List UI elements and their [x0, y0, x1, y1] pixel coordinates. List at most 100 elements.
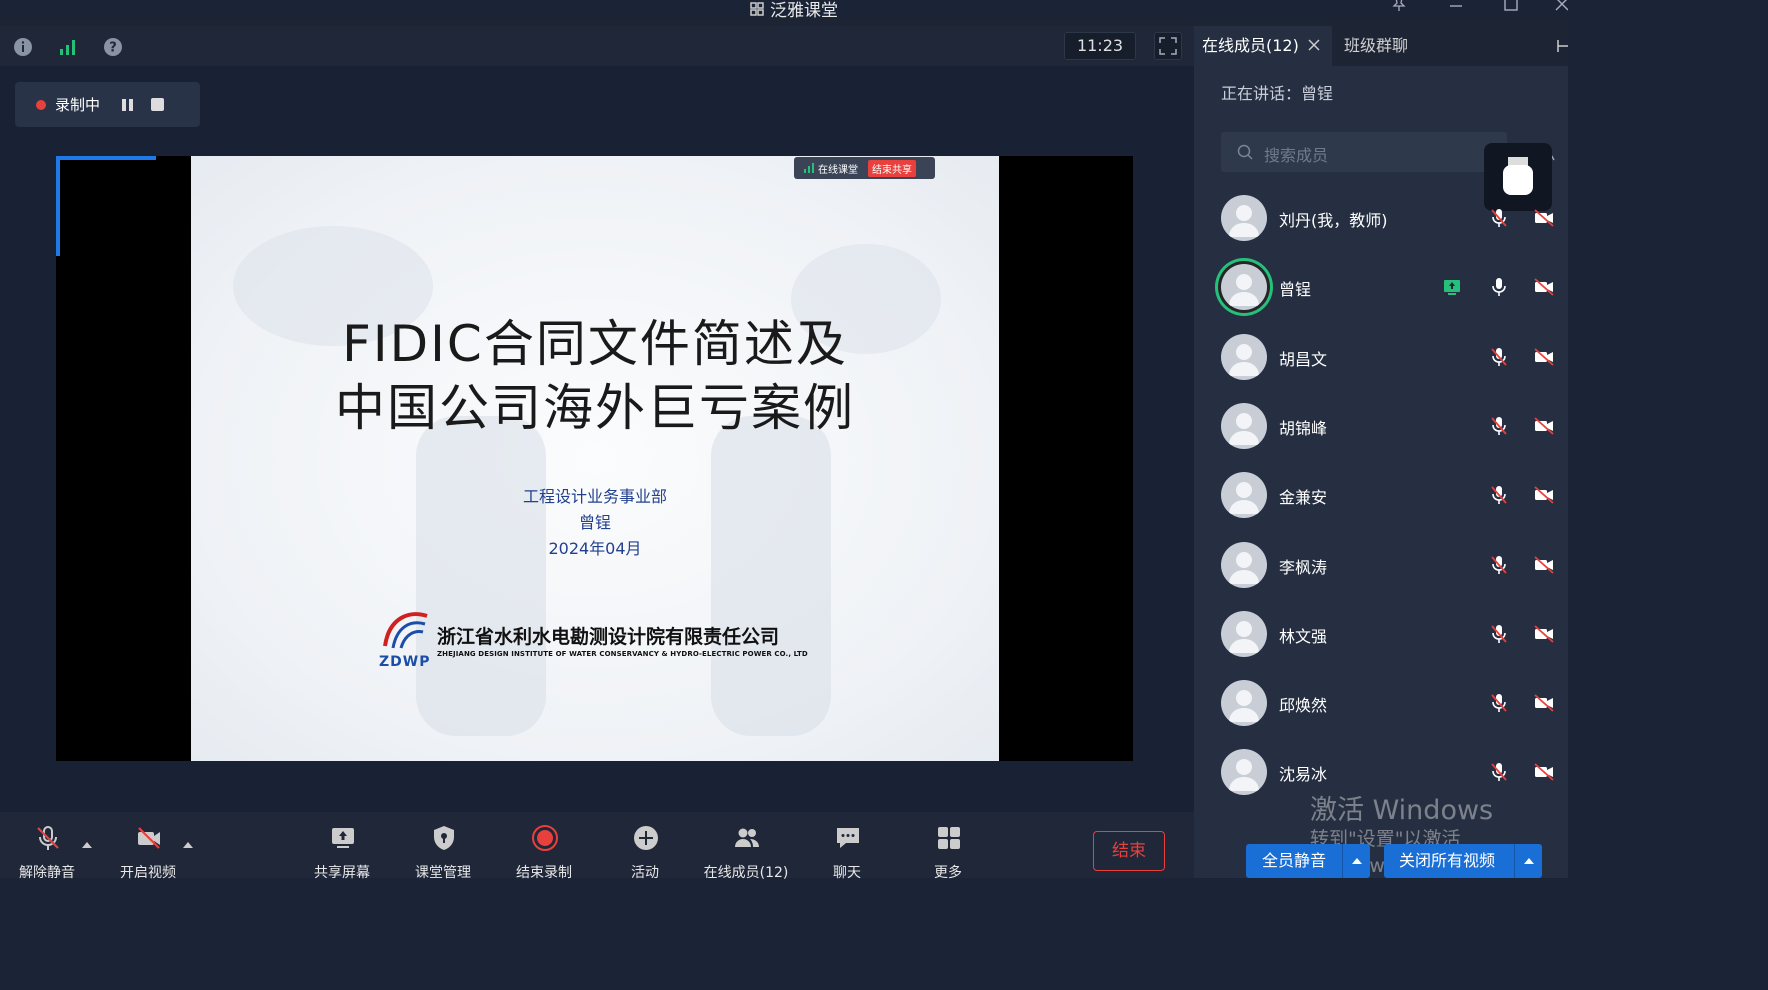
info-icon[interactable] — [13, 37, 33, 57]
presentation-slide: 在线课堂 结束共享 FIDIC合同文件简述及 中国公司海外巨亏案例 工程设计业务… — [191, 156, 999, 761]
signal-icon[interactable] — [58, 37, 78, 57]
tab-online-members[interactable]: 在线成员(12) — [1194, 26, 1332, 66]
stop-recording-button[interactable] — [151, 98, 165, 111]
plus-circle-icon — [634, 826, 658, 850]
camera-off-icon[interactable] — [1533, 624, 1555, 644]
speaking-indicator: 正在讲话：曾锃 — [1221, 84, 1334, 103]
help-icon[interactable]: ? — [103, 37, 123, 57]
shared-screen-view: 在线课堂 结束共享 FIDIC合同文件简述及 中国公司海外巨亏案例 工程设计业务… — [56, 156, 1133, 761]
mic-muted-icon[interactable] — [1489, 415, 1509, 437]
minimize-icon[interactable] — [1448, 0, 1464, 12]
camera-off-icon[interactable] — [1533, 208, 1555, 228]
slide-figure-right — [711, 416, 831, 736]
audio-options-caret[interactable] — [82, 842, 92, 848]
record-icon — [532, 825, 558, 851]
mic-icon[interactable] — [1489, 276, 1509, 298]
title-bar: 泛雅课堂 — [0, 0, 1568, 21]
mic-muted-icon[interactable] — [1489, 346, 1509, 368]
company-logo: ZDWP — [379, 608, 431, 670]
mic-muted-icon[interactable] — [1489, 692, 1509, 714]
more-button[interactable]: 更多 — [903, 812, 993, 881]
camera-off-icon[interactable] — [1533, 555, 1555, 575]
company-name-en: ZHEJIANG DESIGN INSTITUTE OF WATER CONSE… — [437, 650, 808, 658]
mic-muted-icon[interactable] — [1489, 554, 1509, 576]
pin-icon[interactable] — [1391, 0, 1407, 12]
search-icon — [1237, 144, 1253, 160]
mic-muted-icon[interactable] — [1489, 761, 1509, 783]
company-name-cn: 浙江省水利水电勘测设计院有限责任公司 — [437, 626, 780, 648]
focus-border — [56, 156, 60, 256]
close-all-video-button[interactable]: 关闭所有视频 — [1384, 844, 1542, 878]
member-name: 邱焕然 — [1279, 696, 1328, 715]
top-toolbar: ? — [0, 26, 1194, 66]
class-timer: 11:23 — [1064, 32, 1136, 60]
members-panel: 在线成员(12) 班级群聊 正在讲话：曾锃 搜索成员 刘丹(我，教师) 曾锃胡昌文… — [1194, 26, 1568, 878]
avatar — [1221, 680, 1267, 726]
avatar — [1221, 749, 1267, 795]
unmute-button[interactable]: 解除静音 — [2, 812, 92, 881]
camera-off-icon[interactable] — [1533, 762, 1555, 782]
close-all-video-options-caret[interactable] — [1514, 844, 1542, 878]
signal-small-icon — [804, 163, 814, 173]
panel-tabs: 在线成员(12) 班级群聊 — [1194, 26, 1568, 66]
class-manage-button[interactable]: 课堂管理 — [398, 812, 488, 881]
online-members-button[interactable]: 在线成员(12) — [701, 812, 791, 881]
users-icon — [735, 828, 759, 847]
member-row[interactable]: 曾锃 — [1221, 264, 1568, 324]
slide-date: 2024年04月 — [548, 539, 642, 558]
slide-title-line2: 中国公司海外巨亏案例 — [335, 379, 855, 437]
camera-off-icon[interactable] — [1533, 277, 1555, 297]
collapse-panel-icon[interactable] — [1556, 38, 1568, 54]
camera-off-icon[interactable] — [1533, 416, 1555, 436]
start-video-label: 开启视频 — [120, 865, 176, 881]
mic-muted-icon[interactable] — [1489, 623, 1509, 645]
class-manage-label: 课堂管理 — [415, 865, 471, 881]
video-options-caret[interactable] — [183, 842, 193, 848]
share-bar-label: 在线课堂 — [818, 164, 858, 176]
member-row[interactable]: 胡锦峰 — [1221, 403, 1568, 463]
member-row[interactable]: 胡昌文 — [1221, 334, 1568, 394]
chat-button[interactable]: 聊天 — [802, 812, 892, 881]
online-members-label: 在线成员(12) — [703, 865, 789, 881]
mute-all-button[interactable]: 全员静音 — [1246, 844, 1370, 878]
app-window: 泛雅课堂 ? 11:23 录制中 在线课堂 结束共享 FIDIC合同文件简述及 … — [0, 0, 1568, 881]
member-name: 胡昌文 — [1279, 350, 1328, 369]
share-screen-label: 共享屏幕 — [314, 865, 370, 881]
fullscreen-icon — [1159, 37, 1177, 55]
recording-dot-icon — [36, 99, 46, 110]
mic-muted-icon[interactable] — [1489, 207, 1509, 229]
slide-presenter: 曾锃 — [578, 513, 611, 532]
avatar — [1221, 195, 1267, 241]
member-name: 沈易冰 — [1279, 765, 1328, 784]
close-icon[interactable] — [1554, 0, 1568, 12]
pause-recording-button[interactable] — [122, 98, 134, 111]
end-class-button[interactable]: 结束 — [1093, 831, 1165, 871]
member-row[interactable]: 刘丹(我，教师) — [1221, 195, 1568, 255]
mic-muted-icon[interactable] — [1489, 484, 1509, 506]
share-screen-button[interactable]: 共享屏幕 — [297, 812, 387, 881]
tab-group-chat[interactable]: 班级群聊 — [1344, 26, 1408, 66]
avatar — [1221, 472, 1267, 518]
member-search-input[interactable]: 搜索成员 — [1221, 132, 1507, 172]
start-video-button[interactable]: 开启视频 — [103, 812, 193, 881]
member-name: 李枫涛 — [1279, 558, 1328, 577]
maximize-icon[interactable] — [1503, 0, 1519, 12]
fullscreen-button[interactable] — [1154, 32, 1182, 60]
camera-off-icon[interactable] — [1533, 693, 1555, 713]
member-row[interactable]: 李枫涛 — [1221, 542, 1568, 602]
avatar — [1221, 264, 1267, 310]
close-tab-icon[interactable] — [1308, 39, 1320, 51]
member-name: 刘丹(我，教师) — [1279, 211, 1388, 230]
camera-off-icon[interactable] — [1533, 485, 1555, 505]
grid-more-icon — [938, 827, 960, 849]
avatar — [1221, 334, 1267, 380]
member-row[interactable]: 金兼安 — [1221, 472, 1568, 532]
activity-button[interactable]: 活动 — [600, 812, 690, 881]
camera-off-icon[interactable] — [1533, 347, 1555, 367]
member-row[interactable]: 林文强 — [1221, 611, 1568, 671]
stop-recording-toolbar-button[interactable]: 结束录制 — [499, 812, 589, 881]
member-row[interactable]: 邱焕然 — [1221, 680, 1568, 740]
svg-text:?: ? — [109, 41, 117, 56]
end-share-button[interactable]: 结束共享 — [868, 159, 916, 177]
mute-all-options-caret[interactable] — [1342, 844, 1370, 878]
